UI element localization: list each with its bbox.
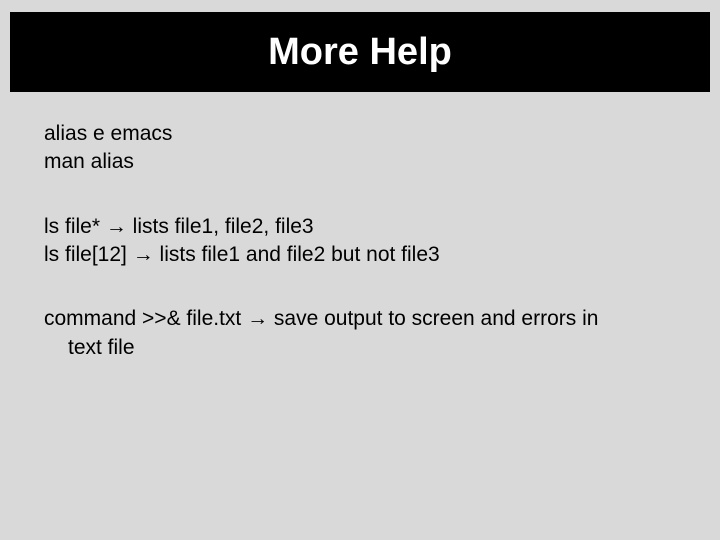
- slide-body: alias e emacs man alias ls file* → lists…: [44, 120, 680, 398]
- block-aliases: alias e emacs man alias: [44, 120, 680, 177]
- title-bar: More Help: [10, 12, 710, 92]
- text-line: text file: [44, 334, 680, 362]
- text-line: ls file[12] → lists file1 and file2 but …: [44, 241, 680, 269]
- text-line: alias e emacs: [44, 120, 680, 148]
- text-line: man alias: [44, 148, 680, 176]
- slide: More Help alias e emacs man alias ls fil…: [0, 0, 720, 540]
- text-line: ls file* → lists file1, file2, file3: [44, 213, 680, 241]
- text-line: command >>& file.txt → save output to sc…: [44, 305, 680, 333]
- slide-title: More Help: [268, 31, 452, 74]
- block-redirect: command >>& file.txt → save output to sc…: [44, 305, 680, 362]
- block-ls-glob: ls file* → lists file1, file2, file3 ls …: [44, 213, 680, 270]
